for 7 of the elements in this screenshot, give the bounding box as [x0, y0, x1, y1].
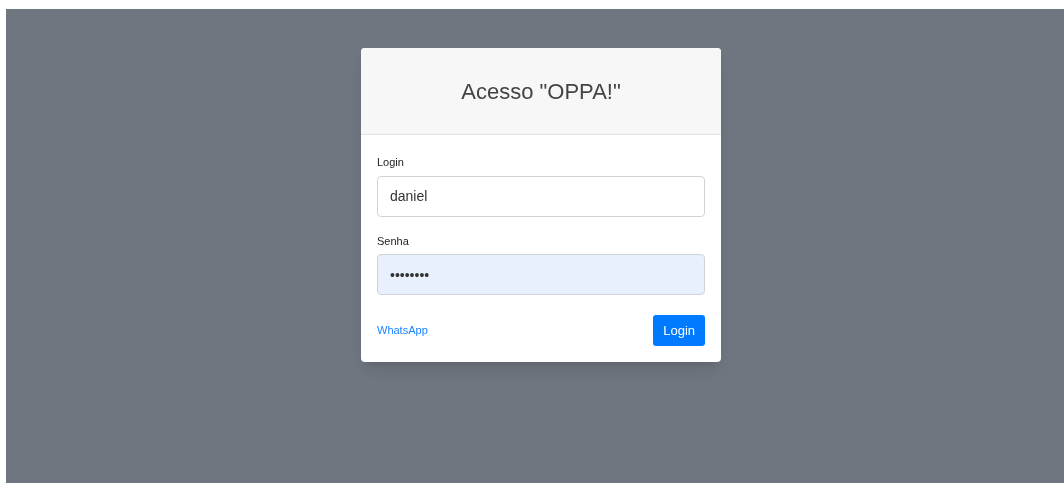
- input-field[interactable]: daniel: [377, 175, 705, 217]
- input-field[interactable]: ••••••••: [377, 254, 705, 295]
- field-label: Login: [377, 155, 405, 170]
- login-button[interactable]: Login: [653, 315, 705, 346]
- dialog-title: Acesso "OPPA!": [461, 77, 621, 106]
- whatsapp-link[interactable]: WhatsApp: [377, 322, 428, 339]
- field-label: Senha: [377, 233, 410, 249]
